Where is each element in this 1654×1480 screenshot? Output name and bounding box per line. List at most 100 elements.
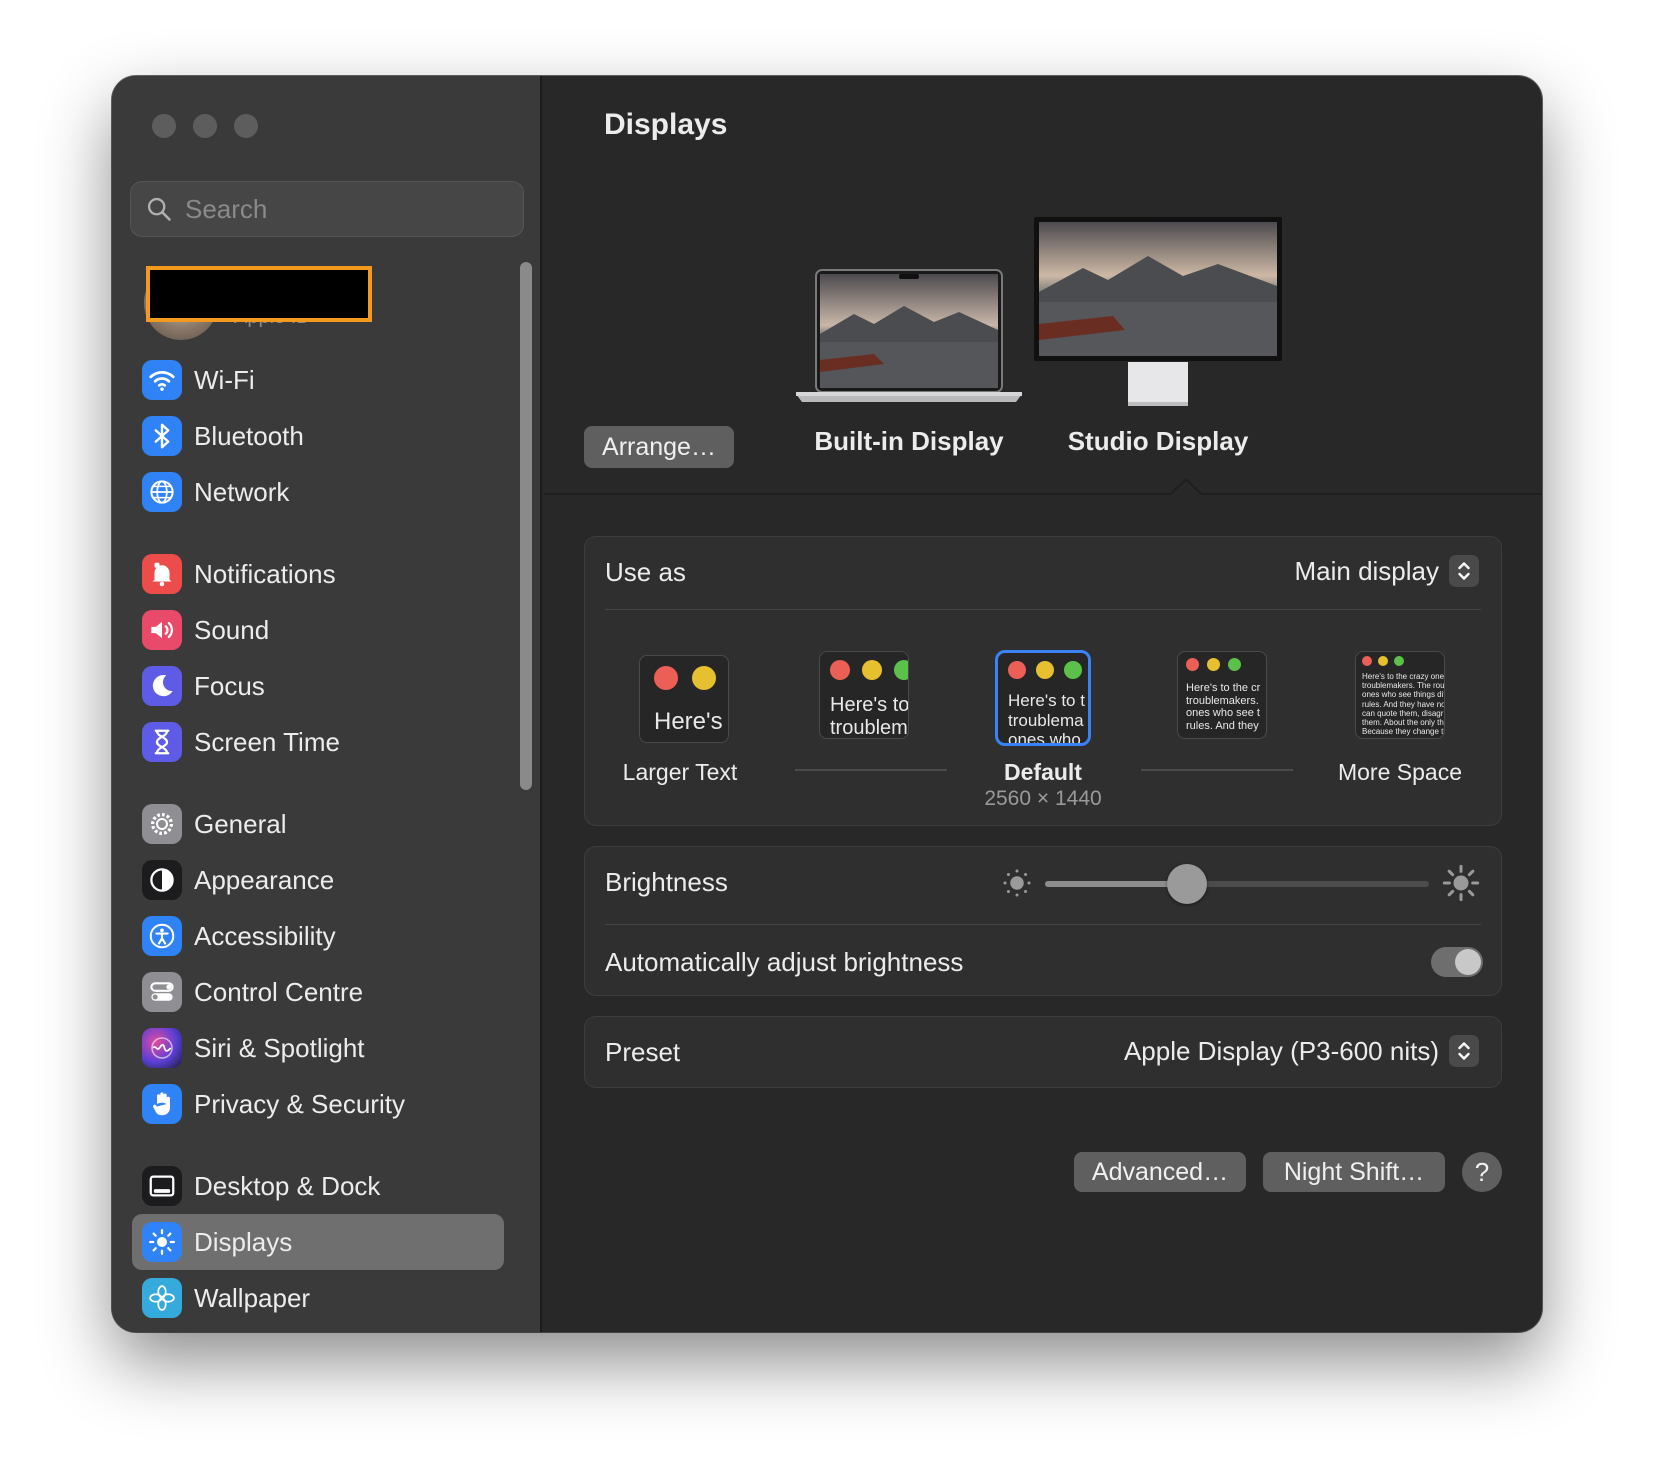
- sidebar-item-desktop-dock[interactable]: Desktop & Dock: [132, 1158, 504, 1214]
- search-icon: [147, 197, 171, 221]
- sidebar-item-label: Notifications: [194, 558, 336, 589]
- bell-icon: [142, 554, 182, 594]
- sidebar-item-label: Wallpaper: [194, 1282, 311, 1313]
- moon-icon: [142, 666, 182, 706]
- studio-display-label[interactable]: Studio Display: [1033, 426, 1283, 457]
- window-controls: [152, 114, 258, 138]
- up-down-chevron-icon: [1449, 1035, 1479, 1067]
- appearance-icon: [142, 860, 182, 900]
- sun-icon: [142, 1222, 182, 1262]
- sidebar-item-notifications[interactable]: Notifications: [132, 546, 504, 602]
- sidebar-item-wifi[interactable]: Wi-Fi: [132, 352, 504, 408]
- resolution-label-larger-text: Larger Text: [622, 759, 738, 785]
- siri-icon: [142, 1028, 182, 1068]
- zoom-window-button[interactable]: [234, 114, 258, 138]
- sidebar-item-control-centre[interactable]: Control Centre: [132, 964, 504, 1020]
- globe-icon: [142, 472, 182, 512]
- sidebar-item-label: Focus: [194, 670, 265, 701]
- resolution-option-default[interactable]: Here's to t troublema ones who: [995, 650, 1091, 746]
- hourglass-icon: [142, 722, 182, 762]
- brightness-slider[interactable]: [1045, 864, 1429, 904]
- sidebar-item-appearance[interactable]: Appearance: [132, 852, 504, 908]
- sidebar-item-wallpaper[interactable]: Wallpaper: [132, 1270, 504, 1326]
- preset-popup[interactable]: Apple Display (P3-600 nits): [1124, 1035, 1479, 1067]
- apple-id-profile[interactable]: Apple ID: [144, 262, 374, 342]
- arrange-button[interactable]: Arrange…: [584, 426, 734, 468]
- built-in-display-label[interactable]: Built-in Display: [794, 426, 1024, 457]
- wifi-icon: [142, 360, 182, 400]
- use-as-value: Main display: [1294, 555, 1439, 586]
- sidebar-item-accessibility[interactable]: Accessibility: [132, 908, 504, 964]
- sample-text: Here's to t troublema ones who: [1008, 691, 1085, 746]
- resolution-label-more-space: More Space: [1337, 759, 1462, 785]
- resolution-label-default: Default: [1004, 759, 1082, 785]
- built-in-display-thumbnail[interactable]: [794, 268, 1024, 408]
- row-divider: [605, 609, 1481, 610]
- resolution-option-larger-text[interactable]: Here's: [639, 655, 729, 743]
- sample-text: Here's to the crazy one troublemakers. T…: [1362, 672, 1445, 737]
- preset-value: Apple Display (P3-600 nits): [1123, 1035, 1439, 1066]
- page-title: Displays: [604, 108, 728, 141]
- brightness-slider-knob[interactable]: [1167, 864, 1207, 904]
- resolution-scale-line: [795, 769, 947, 771]
- advanced-button[interactable]: Advanced…: [1074, 1152, 1246, 1192]
- toggle-knob: [1455, 949, 1481, 975]
- hand-icon: [142, 1084, 182, 1124]
- resolution-option-more-space[interactable]: Here's to the crazy one troublemakers. T…: [1355, 651, 1445, 739]
- search-input[interactable]: [185, 193, 505, 225]
- search-field[interactable]: [130, 181, 524, 237]
- sidebar-item-focus[interactable]: Focus: [132, 658, 504, 714]
- use-as-label: Use as: [605, 557, 686, 587]
- sidebar-item-label: Privacy & Security: [194, 1088, 405, 1119]
- help-button[interactable]: ?: [1462, 1152, 1502, 1192]
- sidebar-item-sound[interactable]: Sound: [132, 602, 504, 658]
- sidebar-item-label: Screen Time: [194, 726, 340, 757]
- resolution-value-default: 2560 × 1440: [984, 787, 1102, 810]
- settings-window: Apple ID Wi-Fi Bluetooth Network: [112, 76, 1542, 1332]
- sidebar-item-general[interactable]: General: [132, 796, 504, 852]
- resolution-option-4[interactable]: Here's to the cr troublemakers. ones who…: [1177, 651, 1267, 739]
- close-window-button[interactable]: [152, 114, 176, 138]
- use-as-popup[interactable]: Main display: [1294, 555, 1479, 587]
- sidebar-item-label: Network: [194, 476, 290, 507]
- main-pane: Displays Arrange… Built-in Display Studi…: [544, 76, 1542, 1332]
- sidebar-item-label: General: [194, 808, 287, 839]
- sample-text: Here's to troublem: [830, 694, 909, 739]
- sample-text: Here's to the cr troublemakers. ones who…: [1186, 682, 1261, 732]
- sun-low-icon: [1003, 869, 1031, 897]
- sidebar-item-network[interactable]: Network: [132, 464, 504, 520]
- preset-card: Preset Apple Display (P3-600 nits): [584, 1016, 1502, 1088]
- sidebar-item-privacy-security[interactable]: Privacy & Security: [132, 1076, 504, 1132]
- sidebar-item-label: Sound: [194, 614, 270, 645]
- sidebar-item-screen-time[interactable]: Screen Time: [132, 714, 504, 770]
- studio-display-thumbnail[interactable]: [1033, 216, 1283, 411]
- brightness-card: Brightness Automatically adjust brightne…: [584, 846, 1502, 996]
- speaker-icon: [142, 610, 182, 650]
- sidebar-item-label: Bluetooth: [194, 420, 304, 451]
- sidebar-item-label: Displays: [194, 1226, 293, 1257]
- accessibility-icon: [142, 916, 182, 956]
- sidebar-item-label: Appearance: [194, 864, 335, 895]
- redacted-name: [146, 266, 372, 322]
- sidebar-item-label: Desktop & Dock: [194, 1170, 381, 1201]
- row-divider: [605, 924, 1481, 925]
- dock-icon: [142, 1166, 182, 1206]
- night-shift-button[interactable]: Night Shift…: [1263, 1152, 1445, 1192]
- sample-text: Here's: [654, 708, 723, 735]
- auto-brightness-toggle[interactable]: [1431, 947, 1483, 977]
- minimize-window-button[interactable]: [193, 114, 217, 138]
- preset-label: Preset: [605, 1037, 681, 1067]
- sidebar-item-label: Siri & Spotlight: [194, 1032, 365, 1063]
- sun-high-icon: [1442, 864, 1480, 902]
- sidebar-item-bluetooth[interactable]: Bluetooth: [132, 408, 504, 464]
- bluetooth-icon: [142, 416, 182, 456]
- control-centre-icon: [142, 972, 182, 1012]
- header-divider: [544, 493, 1542, 495]
- up-down-chevron-icon: [1449, 555, 1479, 587]
- sidebar-item-siri-spotlight[interactable]: Siri & Spotlight: [132, 1020, 504, 1076]
- brightness-label: Brightness: [605, 867, 728, 897]
- selected-display-indicator: [1169, 478, 1203, 495]
- sidebar-scrollbar[interactable]: [520, 262, 532, 790]
- resolution-option-2[interactable]: Here's to troublem: [819, 651, 909, 739]
- sidebar-item-displays[interactable]: Displays: [132, 1214, 504, 1270]
